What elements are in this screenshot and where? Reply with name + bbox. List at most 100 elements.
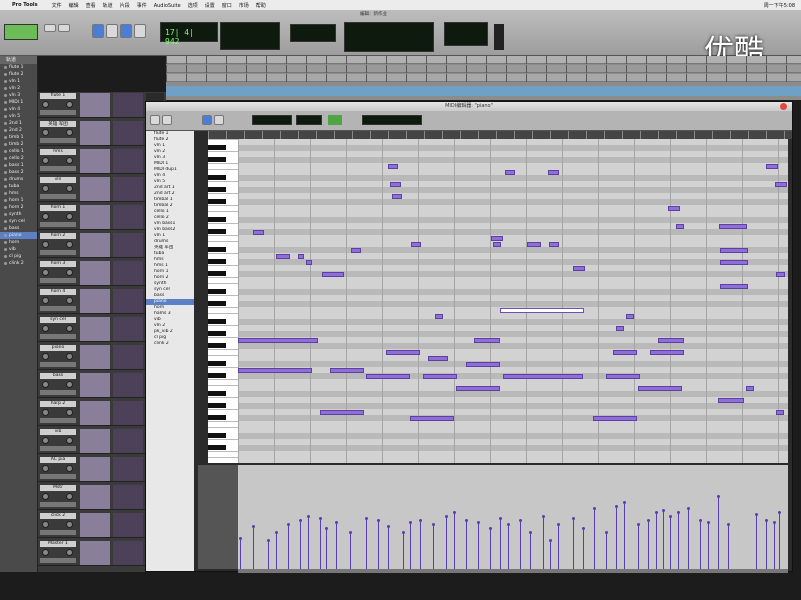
midi-note[interactable] xyxy=(386,350,420,355)
send-slot[interactable] xyxy=(113,345,143,369)
black-key[interactable] xyxy=(208,433,226,438)
insert-slot[interactable] xyxy=(80,261,110,285)
midi-note[interactable] xyxy=(613,350,637,355)
solo-mute-buttons[interactable] xyxy=(40,166,76,171)
insert-slot[interactable] xyxy=(80,541,110,565)
insert-slot[interactable] xyxy=(80,233,110,257)
track-list-item[interactable]: vln 5 xyxy=(0,113,37,120)
midi-ruler[interactable] xyxy=(208,131,792,139)
midi-note[interactable] xyxy=(676,224,684,229)
midi-note[interactable] xyxy=(720,248,748,253)
black-key[interactable] xyxy=(208,175,226,180)
pan-knob-right[interactable] xyxy=(66,185,73,192)
velocity-stem[interactable] xyxy=(336,523,337,569)
insert-slot[interactable] xyxy=(80,401,110,425)
solo-mute-buttons[interactable] xyxy=(40,390,76,395)
velocity-stem[interactable] xyxy=(490,529,491,569)
velocity-stem[interactable] xyxy=(583,529,584,569)
black-key[interactable] xyxy=(208,415,226,420)
velocity-handle[interactable] xyxy=(637,523,640,526)
velocity-handle[interactable] xyxy=(669,515,672,518)
velocity-handle[interactable] xyxy=(542,515,545,518)
strip-name[interactable]: bass xyxy=(40,373,76,379)
track-list-item[interactable]: syn cel xyxy=(0,218,37,225)
midi-note[interactable] xyxy=(238,338,318,343)
midi-note[interactable] xyxy=(411,242,421,247)
velocity-stem[interactable] xyxy=(779,513,780,569)
mode-lcd[interactable] xyxy=(4,24,38,40)
velocity-stem[interactable] xyxy=(378,521,379,569)
strip-name[interactable]: Master 1 xyxy=(40,541,76,547)
velocity-stem[interactable] xyxy=(648,521,649,569)
velocity-stem[interactable] xyxy=(638,525,639,569)
velocity-stem[interactable] xyxy=(276,533,277,569)
velocity-handle[interactable] xyxy=(677,511,680,514)
velocity-handle[interactable] xyxy=(409,521,412,524)
midi-note[interactable] xyxy=(466,362,500,367)
insert-slot[interactable] xyxy=(80,429,110,453)
pan-knob-right[interactable] xyxy=(66,157,73,164)
midi-note[interactable] xyxy=(428,356,448,361)
track-list-item[interactable]: horn xyxy=(0,239,37,246)
velocity-stem[interactable] xyxy=(420,521,421,569)
velocity-handle[interactable] xyxy=(349,531,352,534)
pan-knob[interactable] xyxy=(42,353,49,360)
velocity-stem[interactable] xyxy=(728,525,729,569)
velocity-handle[interactable] xyxy=(453,511,456,514)
pan-knob[interactable] xyxy=(42,269,49,276)
velocity-handle[interactable] xyxy=(287,523,290,526)
velocity-stem[interactable] xyxy=(388,527,389,569)
solo-mute-buttons[interactable] xyxy=(40,222,76,227)
strip-name[interactable]: Mstr xyxy=(40,485,76,491)
black-key[interactable] xyxy=(208,373,226,378)
black-key[interactable] xyxy=(208,343,226,348)
menu-item[interactable]: 帮助 xyxy=(256,3,266,9)
velocity-stem[interactable] xyxy=(520,521,521,569)
black-key[interactable] xyxy=(208,217,226,222)
velocity-stem[interactable] xyxy=(500,519,501,569)
black-key[interactable] xyxy=(208,301,226,306)
midi-note[interactable] xyxy=(322,272,344,277)
pan-knob-right[interactable] xyxy=(66,465,73,472)
velocity-stem[interactable] xyxy=(558,525,559,569)
track-list-item[interactable]: cello 2 xyxy=(0,155,37,162)
midi-note[interactable] xyxy=(505,170,515,175)
pan-knob[interactable] xyxy=(42,437,49,444)
velocity-stem[interactable] xyxy=(663,511,664,569)
velocity-handle[interactable] xyxy=(252,525,255,528)
track-list-item[interactable]: flute 1 xyxy=(0,64,37,71)
send-slot[interactable] xyxy=(113,317,143,341)
pan-knob[interactable] xyxy=(42,101,49,108)
menu-item[interactable]: 文件 xyxy=(52,3,62,9)
pan-knob-right[interactable] xyxy=(66,241,73,248)
midi-note[interactable] xyxy=(503,374,583,379)
track-list-item[interactable]: timb 2 xyxy=(0,141,37,148)
midi-note[interactable] xyxy=(351,248,361,253)
markers-ruler[interactable] xyxy=(166,65,801,73)
send-slot[interactable] xyxy=(113,121,143,145)
midi-note[interactable] xyxy=(298,254,304,259)
black-key[interactable] xyxy=(208,289,226,294)
pan-knob-right[interactable] xyxy=(66,521,73,528)
menu-item[interactable]: 编辑 xyxy=(69,3,79,9)
velocity-handle[interactable] xyxy=(727,523,730,526)
pan-knob-right[interactable] xyxy=(66,381,73,388)
track-list-item[interactable]: 2nd 1 xyxy=(0,120,37,127)
velocity-handle[interactable] xyxy=(432,523,435,526)
velocity-handle[interactable] xyxy=(778,511,781,514)
send-slot[interactable] xyxy=(113,205,143,229)
velocity-stem[interactable] xyxy=(573,519,574,569)
pan-knob-right[interactable] xyxy=(66,409,73,416)
track-list-item[interactable]: flute 2 xyxy=(0,71,37,78)
midi-note[interactable] xyxy=(392,194,402,199)
send-slot[interactable] xyxy=(113,513,143,537)
midi-grid-display[interactable] xyxy=(252,115,292,125)
velocity-stem[interactable] xyxy=(454,513,455,569)
pan-knob-right[interactable] xyxy=(66,549,73,556)
midi-zoom-button[interactable] xyxy=(150,115,160,125)
midi-note[interactable] xyxy=(527,242,541,247)
zoom-button-2[interactable] xyxy=(58,24,70,32)
velocity-stem[interactable] xyxy=(240,539,241,569)
track-list-item[interactable]: synth xyxy=(0,211,37,218)
velocity-stem[interactable] xyxy=(288,525,289,569)
